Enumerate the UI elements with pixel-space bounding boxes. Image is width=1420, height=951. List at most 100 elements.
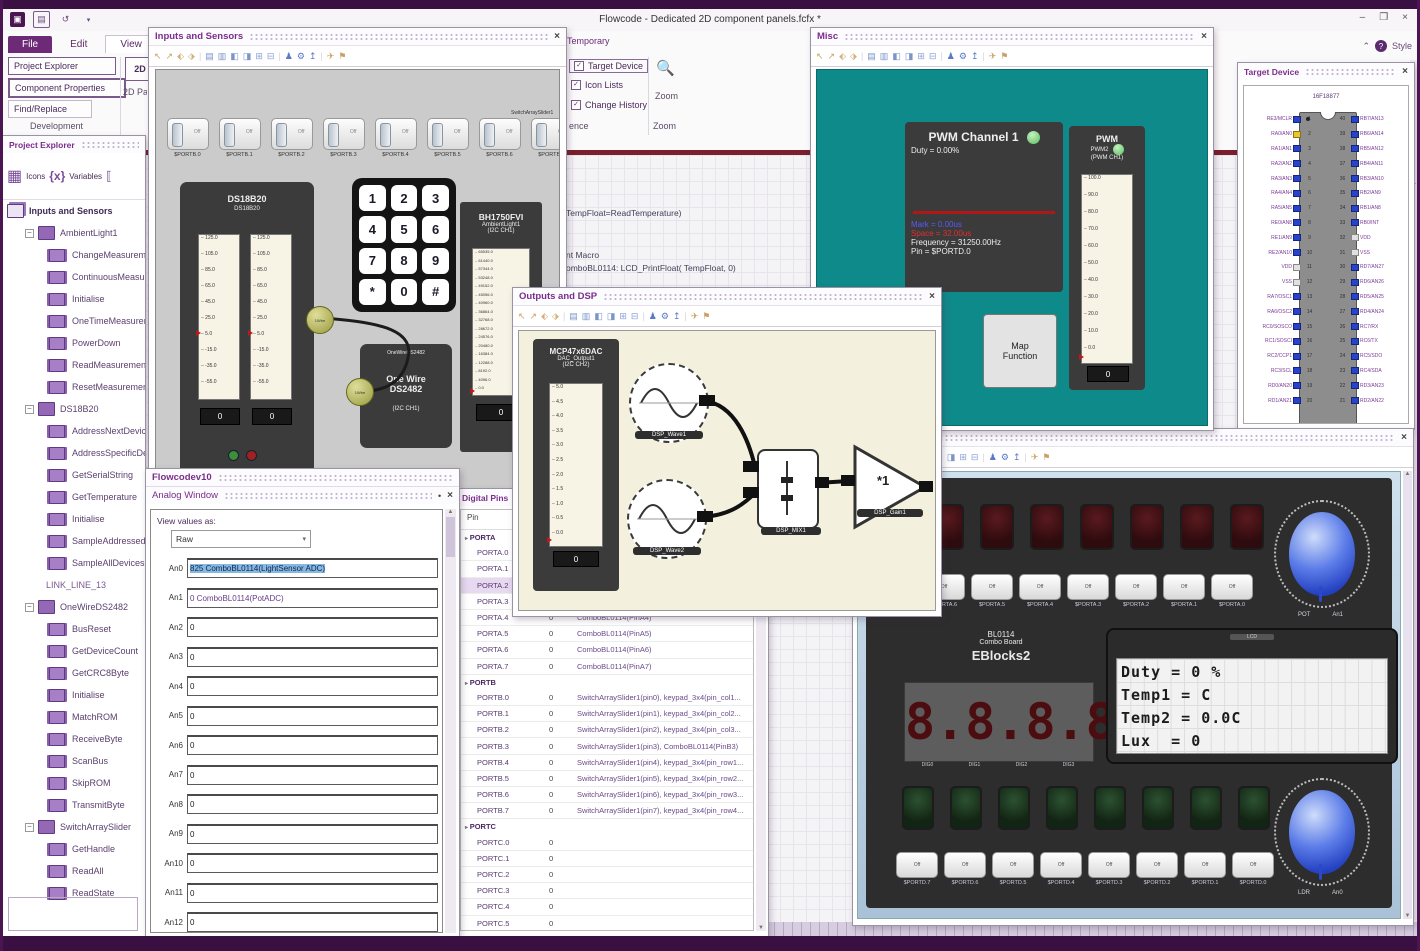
toggle-switch[interactable]: Off: [166, 118, 209, 150]
keypad-key[interactable]: 7: [359, 247, 386, 274]
analog-value-field[interactable]: 0: [187, 882, 438, 903]
panel-toolbar-icon[interactable]: |: [684, 311, 686, 321]
tree-item[interactable]: OneWireDS2482: [3, 596, 145, 618]
panel-toolbar-icon[interactable]: ⊟: [929, 51, 937, 61]
chip-pin-row[interactable]: RA7/OSC1 13 28 RD5/AN25: [1246, 290, 1406, 305]
switch-handle-icon[interactable]: [379, 123, 391, 147]
tree-item[interactable]: TransmitByte: [3, 794, 145, 816]
panel-toolbar-icon[interactable]: ✈: [989, 51, 997, 61]
panel-toolbar-icon[interactable]: ✈: [691, 311, 699, 321]
analog-value-field[interactable]: 0: [187, 705, 438, 726]
project-explorer-titlebar[interactable]: Project Explorer: [3, 136, 145, 153]
panel-toolbar-icon[interactable]: |: [861, 51, 863, 61]
panel-toolbar-icon[interactable]: |: [982, 452, 984, 462]
toggle-switch[interactable]: Off: [270, 118, 313, 150]
panel-toolbar-icon[interactable]: ⊞: [619, 311, 627, 321]
panel-toolbar-icon[interactable]: ⚙: [959, 51, 967, 61]
panel-toolbar-icon[interactable]: ↖: [154, 51, 162, 61]
panel-toolbar-icon[interactable]: ♟: [285, 51, 293, 61]
digital-pin-row[interactable]: PORTB.2 0 SwitchArraySlider1(pin2), keyp…: [461, 722, 753, 739]
tree-item[interactable]: ReceiveByte: [3, 728, 145, 750]
panel-toolbar-icon[interactable]: ↥: [309, 51, 317, 61]
scroll-up-icon[interactable]: ▲: [445, 509, 456, 515]
digital-pin-row[interactable]: PORTC.0 0: [461, 835, 753, 851]
keypad-key[interactable]: *: [359, 278, 386, 305]
misc-titlebar[interactable]: Misc ×: [811, 28, 1213, 45]
tree-item[interactable]: DS18B20: [3, 398, 145, 420]
port-toggle-button[interactable]: Off: [1184, 852, 1226, 878]
map-function-block[interactable]: Map Function: [983, 314, 1057, 388]
switch-handle-icon[interactable]: [171, 123, 183, 147]
save-icon[interactable]: ▤: [33, 11, 50, 28]
digital-pin-row[interactable]: PORTB.7 0 SwitchArraySlider1(pin7), keyp…: [461, 803, 753, 820]
switch-handle-icon[interactable]: [431, 123, 443, 147]
board-scrollbar[interactable]: ▲ ▼: [1403, 471, 1412, 919]
inputs-sensors-titlebar[interactable]: Inputs and Sensors ×: [149, 28, 566, 45]
digital-pin-row[interactable]: PORTC.3 0: [461, 883, 753, 900]
expand-icon[interactable]: [25, 822, 34, 832]
keypad-key[interactable]: 6: [422, 216, 449, 243]
tree-item[interactable]: OneTimeMeasureme: [3, 310, 145, 332]
tab-edit[interactable]: Edit: [56, 36, 101, 53]
panel-toolbar-icon[interactable]: ▥: [218, 51, 227, 61]
variables-icon[interactable]: {x}: [49, 169, 65, 183]
analog-value-field[interactable]: 0: [187, 617, 438, 637]
chip-pin-row[interactable]: RE1/AN9 9 32 VDD: [1246, 230, 1406, 245]
scroll-up-icon[interactable]: ▲: [1403, 471, 1412, 477]
check-change-history[interactable]: ✓ Change History: [571, 100, 647, 110]
chip-pin-row[interactable]: RC2/CCP1 17 24 RC5/SDO: [1246, 349, 1406, 364]
panel-toolbar-icon[interactable]: ⬖: [177, 51, 184, 61]
analog-value-field[interactable]: 0: [187, 676, 438, 696]
chip-pin-row[interactable]: VSS 12 29 RD6/AN26: [1246, 275, 1406, 290]
close-icon[interactable]: ×: [929, 291, 935, 302]
tree-item[interactable]: PowerDown: [3, 332, 145, 354]
tree-item[interactable]: ChangeMeasuremen: [3, 244, 145, 266]
expand-icon[interactable]: [25, 228, 34, 238]
panel-toolbar-icon[interactable]: ⬗: [552, 311, 559, 321]
view-values-dropdown[interactable]: Raw ▾: [171, 530, 311, 548]
switch-handle-icon[interactable]: [483, 123, 495, 147]
pot-knob-ball[interactable]: [1288, 512, 1356, 602]
digital-pin-row[interactable]: PORTC.4 0: [461, 899, 753, 916]
expand-icon[interactable]: [25, 404, 34, 414]
analog-value-field[interactable]: 0: [187, 646, 438, 667]
tree-item[interactable]: SampleAllDevices: [3, 552, 145, 574]
tab-file[interactable]: File: [8, 36, 53, 53]
panel-toolbar-icon[interactable]: ♟: [989, 452, 997, 462]
tree-item[interactable]: LINK_LINE_13: [3, 574, 145, 596]
port-toggle-button[interactable]: Off: [1232, 852, 1274, 878]
panel-toolbar-icon[interactable]: ↥: [673, 311, 681, 321]
digital-pin-row[interactable]: PORTB.0 0 SwitchArraySlider1(pin0), keyp…: [461, 690, 753, 707]
analog-value-field[interactable]: 0 ComboBL0114(PotADC): [187, 587, 438, 608]
port-toggle-button[interactable]: Off: [1115, 574, 1157, 600]
keypad-key[interactable]: #: [422, 278, 449, 305]
tab-temporary[interactable]: Temporary: [567, 36, 610, 46]
tree-item[interactable]: GetDeviceCount: [3, 640, 145, 662]
chip-pin-row[interactable]: RD1/AN21 20 21 RD2/AN22: [1246, 393, 1406, 408]
switch-handle-icon[interactable]: [223, 123, 235, 147]
macros-icon[interactable]: ⟦: [106, 169, 112, 183]
digital-pin-row[interactable]: PORTB.6 0 SwitchArraySlider1(pin6), keyp…: [461, 787, 753, 804]
digital-pin-row[interactable]: PORTB: [461, 675, 753, 690]
panel-toolbar-icon[interactable]: ◨: [905, 51, 914, 61]
tree-item[interactable]: GetCRC8Byte: [3, 662, 145, 684]
keypad-key[interactable]: 9: [422, 247, 449, 274]
panel-toolbar-icon[interactable]: ✈: [1031, 452, 1039, 462]
port-toggle-button[interactable]: Off: [1088, 852, 1130, 878]
panel-toolbar-icon[interactable]: ♟: [649, 311, 657, 321]
port-toggle-button[interactable]: Off: [1067, 574, 1109, 600]
digital-pin-row[interactable]: PORTA.6 0 ComboBL0114(PinA6): [461, 642, 753, 659]
tree-item[interactable]: AmbientLight1: [3, 222, 145, 244]
temp-slider-1[interactable]: 125.0105.085.065.045.025.05.0-15.0-35.0-…: [198, 234, 240, 400]
find-replace-button[interactable]: Find/Replace: [8, 100, 92, 118]
chip-pin-row[interactable]: VDD 11 30 RD7/AN27: [1246, 260, 1406, 275]
switch-handle-icon[interactable]: [535, 123, 547, 147]
close-icon[interactable]: ×: [1402, 66, 1408, 77]
toggle-switch[interactable]: Off: [530, 118, 559, 150]
analog-scrollbar[interactable]: ▲: [445, 509, 456, 933]
restore-button[interactable]: ❐: [1379, 12, 1388, 23]
port-toggle-button[interactable]: Off: [896, 852, 938, 878]
panel-toolbar-icon[interactable]: ⚙: [1001, 452, 1009, 462]
panel-toolbar-icon[interactable]: |: [642, 311, 644, 321]
digital-pin-row[interactable]: PORTB.4 0 SwitchArraySlider1(pin4), keyp…: [461, 755, 753, 771]
